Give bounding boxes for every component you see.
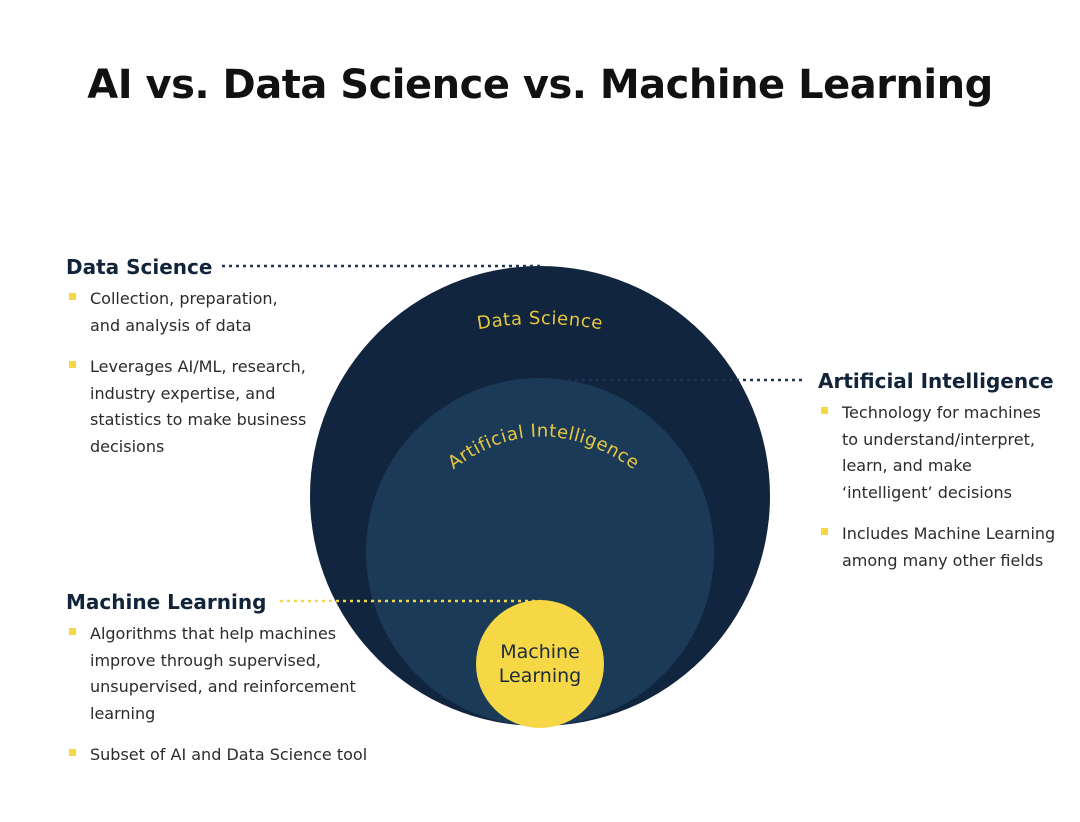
bullet-square-icon [69, 749, 76, 756]
bullet-line: statistics to make business [90, 410, 307, 429]
artificial-intelligence-bullet: Technology for machines to understand/in… [818, 400, 1068, 506]
bullet-line: ‘intelligent’ decisions [842, 482, 1012, 502]
bullet-square-icon [821, 528, 828, 535]
bullet-line: Subset of AI and Data Science tool [90, 745, 368, 764]
artificial-intelligence-bullet-list: Technology for machines to understand/in… [818, 400, 1068, 589]
bullet-line: Algorithms that help machines [90, 624, 337, 643]
infographic-page: AI vs. Data Science vs. Machine Learning… [0, 0, 1080, 822]
bullet-line: learn, and make [842, 456, 972, 475]
bullet-square-icon [69, 361, 76, 368]
bullet-line: Technology for machines [842, 403, 1041, 422]
bullet-line: decisions [90, 436, 165, 456]
bullet-line: Leverages AI/ML, research, [90, 357, 306, 376]
bullet-line: and analysis of data [90, 315, 252, 335]
bullet-line: among many other fields [842, 550, 1044, 570]
machine-learning-bullet-list: Algorithms that help machines improve th… [66, 621, 386, 784]
bullet-line: industry expertise, and [90, 383, 276, 403]
machine-learning-bullet: Subset of AI and Data Science tool [66, 742, 386, 769]
machine-learning-circle-label: Machine Learning [476, 640, 604, 688]
bullet-square-icon [69, 293, 76, 300]
bullet-square-icon [821, 407, 828, 414]
bullet-line: to understand/interpret, [842, 429, 1035, 449]
bullet-square-icon [69, 628, 76, 635]
machine-learning-label-line2: Learning [498, 665, 582, 687]
data-science-bullet: Leverages AI/ML, research, industry expe… [66, 354, 326, 460]
artificial-intelligence-bullet: Includes Machine Learning among many oth… [818, 521, 1068, 574]
data-science-heading: Data Science [66, 255, 213, 279]
bullet-line: learning [90, 703, 156, 723]
bullet-line: improve through supervised, [90, 650, 321, 670]
bullet-line: Collection, preparation, [90, 289, 278, 308]
machine-learning-heading: Machine Learning [66, 590, 267, 614]
data-science-bullet-list: Collection, preparation, and analysis of… [66, 286, 326, 475]
bullet-line: unsupervised, and reinforcement [90, 677, 356, 696]
bullet-line: Includes Machine Learning [842, 524, 1056, 543]
data-science-bullet: Collection, preparation, and analysis of… [66, 286, 326, 339]
machine-learning-label-line1: Machine [500, 641, 580, 663]
machine-learning-bullet: Algorithms that help machines improve th… [66, 621, 386, 727]
artificial-intelligence-heading: Artificial Intelligence [818, 369, 1054, 393]
